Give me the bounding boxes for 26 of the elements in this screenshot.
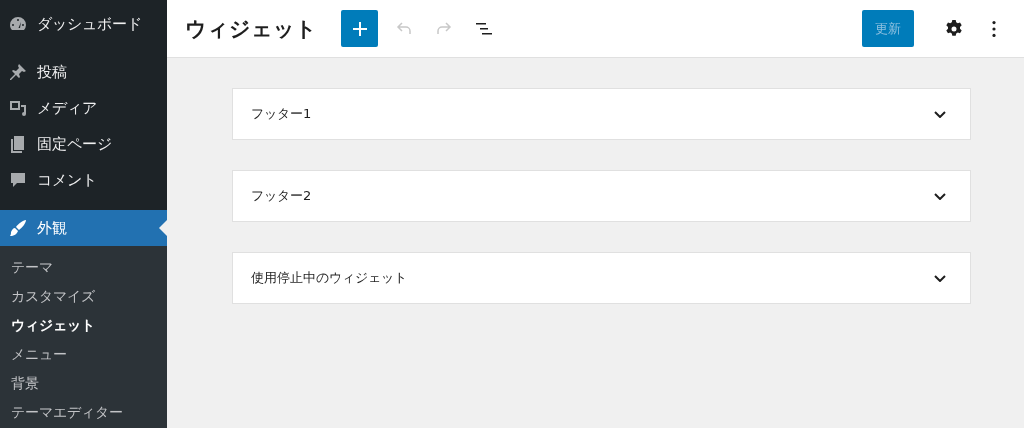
plus-icon bbox=[352, 21, 367, 36]
more-options-icon bbox=[992, 20, 996, 37]
page-title: ウィジェット bbox=[185, 15, 317, 43]
menu-item[interactable]: 投稿 bbox=[0, 54, 167, 90]
chevron-icon bbox=[934, 274, 946, 282]
widget-area-toggle[interactable]: フッター1 bbox=[233, 89, 970, 139]
speech-bubble-icon bbox=[8, 170, 28, 190]
submenu-item[interactable]: テーマエディター bbox=[0, 398, 167, 427]
chevron-icon bbox=[934, 110, 946, 118]
media-icon bbox=[8, 98, 28, 118]
submenu-item[interactable]: テーマ bbox=[0, 253, 167, 282]
widget-area-toggle[interactable]: フッター2 bbox=[233, 171, 970, 221]
submenu-item[interactable]: カスタマイズ bbox=[0, 282, 167, 311]
menu-item[interactable]: 固定ページ bbox=[0, 126, 167, 162]
paintbrush-icon bbox=[8, 218, 28, 238]
menu-item[interactable]: コメント bbox=[0, 162, 167, 198]
submenu-item[interactable]: メニュー bbox=[0, 340, 167, 369]
chevron-icon bbox=[934, 192, 946, 200]
menu-item[interactable]: メディア bbox=[0, 90, 167, 126]
widget-area-toggle[interactable]: 使用停止中のウィジェット bbox=[233, 253, 970, 303]
menu-item[interactable]: 外観 bbox=[0, 210, 167, 246]
add-block-button[interactable] bbox=[341, 10, 378, 47]
submenu-item[interactable]: ウィジェット bbox=[0, 311, 167, 340]
submenu-item[interactable]: 背景 bbox=[0, 369, 167, 398]
menu-item[interactable]: ダッシュボード bbox=[0, 0, 167, 48]
pin-icon bbox=[8, 62, 28, 82]
